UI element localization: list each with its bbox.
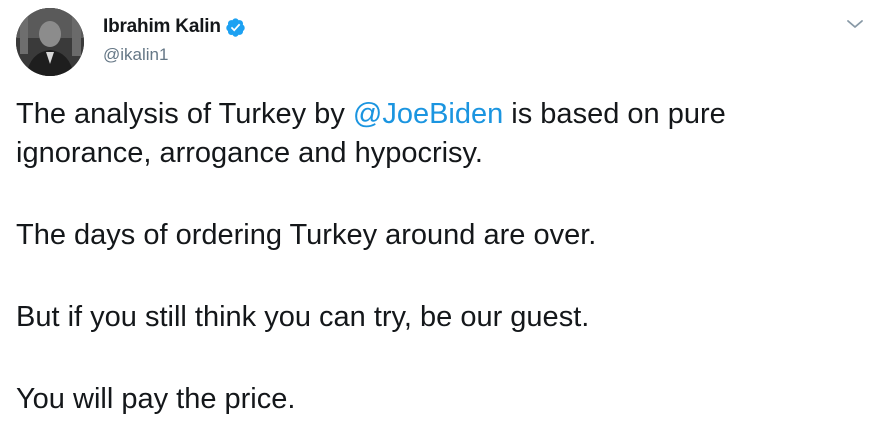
tweet-text-segment: The analysis of Turkey by xyxy=(16,98,353,130)
author-avatar[interactable] xyxy=(16,8,84,76)
tweet-paragraph-1: The analysis of Turkey by @JoeBiden is b… xyxy=(16,95,866,173)
tweet-paragraph-4: You will pay the price. xyxy=(16,383,296,415)
tweet-text: The analysis of Turkey by @JoeBiden is b… xyxy=(16,95,866,419)
tweet-paragraph-3: But if you still think you can try, be o… xyxy=(16,301,590,333)
mention-link[interactable]: @JoeBiden xyxy=(353,98,503,130)
author-handle[interactable]: @ikalin1 xyxy=(103,45,246,65)
tweet-header: Ibrahim Kalin @ikalin1 xyxy=(103,14,246,65)
author-display-name[interactable]: Ibrahim Kalin xyxy=(103,16,221,38)
profile-photo xyxy=(16,8,84,76)
verified-badge-icon xyxy=(225,17,246,38)
tweet-card: Ibrahim Kalin @ikalin1 The analysis of T… xyxy=(0,0,880,440)
name-row: Ibrahim Kalin xyxy=(103,14,246,40)
chevron-down-icon[interactable] xyxy=(844,16,866,32)
tweet-paragraph-2: The days of ordering Turkey around are o… xyxy=(16,219,597,251)
